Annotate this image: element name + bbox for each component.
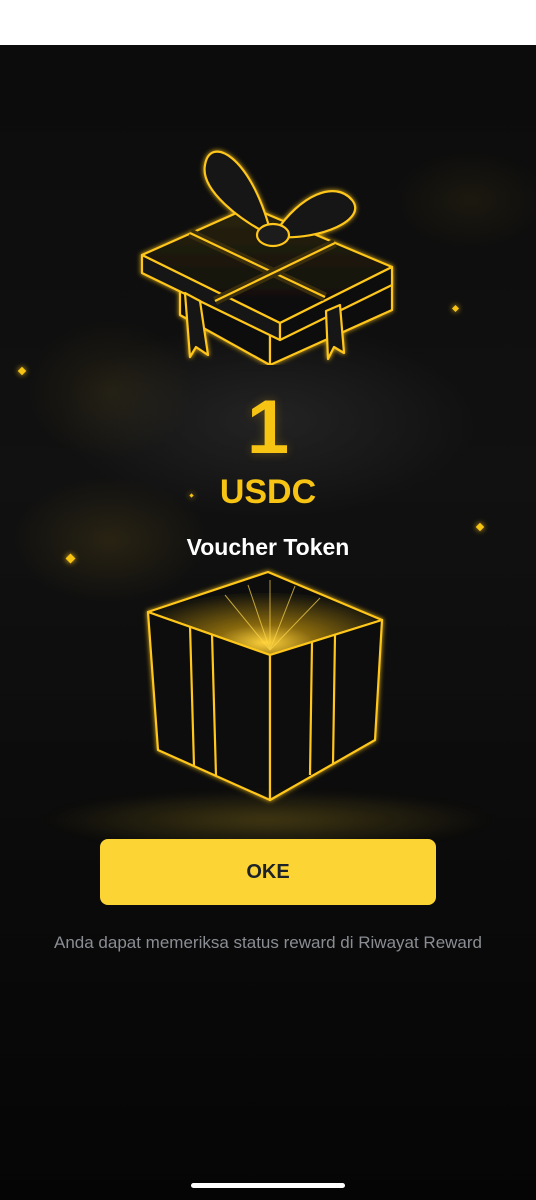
reward-history-hint: Anda dapat memeriksa status reward di Ri… — [53, 933, 483, 952]
sparkle-icon — [451, 304, 460, 313]
reward-currency: USDC — [219, 473, 317, 511]
reward-amount: 1 — [246, 385, 290, 470]
sparkle-icon — [17, 366, 27, 376]
open-box-icon — [146, 570, 384, 802]
sparkle-icon — [475, 522, 485, 532]
home-indicator[interactable] — [191, 1183, 345, 1188]
reward-screen: 1 USDC Voucher Token OKE Anda dapat meme… — [0, 0, 536, 1200]
reward-type-label: Voucher Token — [186, 534, 350, 560]
status-bar-bg — [0, 0, 536, 45]
ok-button[interactable]: OKE — [100, 839, 436, 905]
gift-box-icon — [140, 150, 394, 365]
